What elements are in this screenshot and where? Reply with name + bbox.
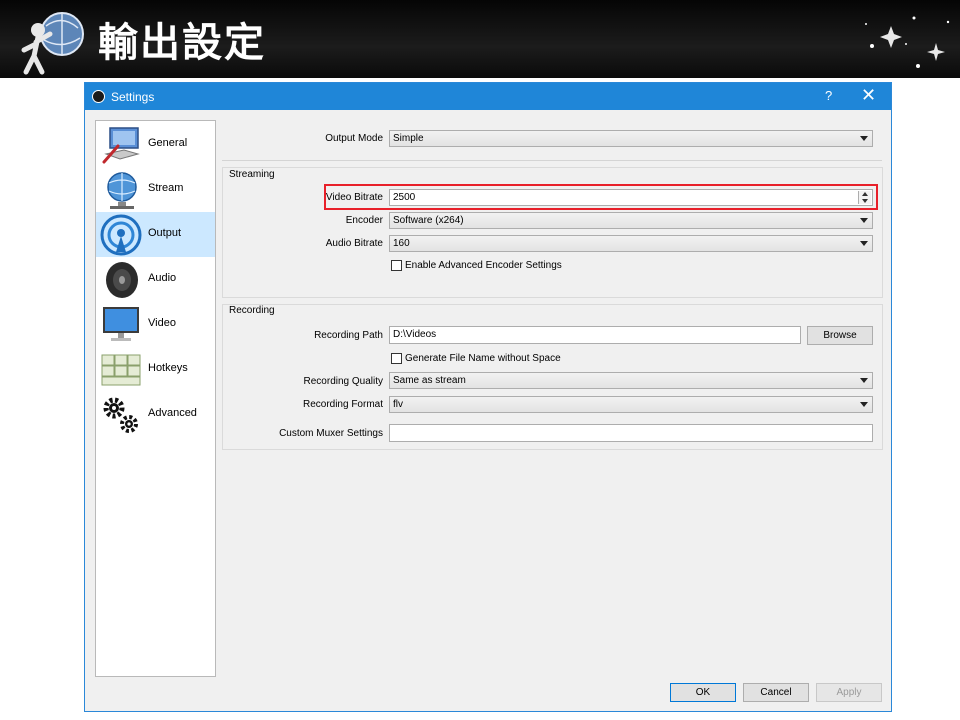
chevron-down-icon [860, 218, 868, 223]
sidebar-item-output[interactable]: Output [96, 212, 215, 257]
advanced-encoder-label: Enable Advanced Encoder Settings [405, 260, 562, 271]
help-button[interactable]: ? [825, 88, 832, 103]
encoder-select[interactable]: Software (x264) [389, 212, 873, 229]
recording-quality-label: Recording Quality [303, 376, 383, 387]
spin-buttons[interactable] [858, 191, 871, 204]
sidebar-label-video: Video [148, 317, 176, 329]
chevron-down-icon [860, 402, 868, 407]
browse-button[interactable]: Browse [807, 326, 873, 345]
sidebar-item-audio[interactable]: Audio [96, 257, 215, 302]
sidebar-label-audio: Audio [148, 272, 177, 284]
sidebar-label-output: Output [148, 227, 182, 239]
advanced-encoder-checkbox[interactable] [391, 260, 402, 271]
recording-format-select[interactable]: flv [389, 396, 873, 413]
globe-icon [107, 172, 137, 209]
recording-group-title: Recording [229, 305, 275, 316]
monitor-icon [103, 307, 139, 341]
chevron-down-icon [860, 136, 868, 141]
ok-button[interactable]: OK [670, 683, 736, 702]
globe-figure-icon [21, 12, 84, 75]
sidebar-item-video[interactable]: Video [96, 302, 215, 347]
output-mode-select[interactable]: Simple [389, 130, 873, 147]
recording-path-value: D:\Videos [393, 329, 437, 340]
no-space-checkbox[interactable] [391, 353, 402, 364]
audio-bitrate-value: 160 [393, 238, 410, 249]
recording-format-label: Recording Format [302, 399, 383, 410]
sidebar-item-hotkeys[interactable]: Hotkeys [96, 347, 215, 392]
audio-bitrate-select[interactable]: 160 [389, 235, 873, 252]
output-mode-value: Simple [393, 133, 424, 144]
custom-muxer-input[interactable] [389, 424, 873, 442]
gears-icon [103, 397, 138, 433]
computer-icon [102, 127, 140, 164]
audio-bitrate-label: Audio Bitrate [325, 238, 383, 249]
no-space-label: Generate File Name without Space [405, 353, 561, 364]
speaker-icon [106, 262, 138, 298]
sidebar-item-stream[interactable]: Stream [96, 167, 215, 212]
slide-title: 輸出設定 [98, 20, 266, 66]
spin-up-icon[interactable] [862, 192, 868, 196]
sparkle-icon [865, 16, 950, 68]
sidebar-label-hotkeys: Hotkeys [148, 362, 188, 374]
chevron-down-icon [860, 378, 868, 383]
recording-path-label: Recording Path [314, 330, 383, 341]
obs-icon [92, 90, 105, 103]
video-bitrate-input[interactable]: 2500 [389, 189, 873, 206]
encoder-value: Software (x264) [393, 215, 464, 226]
sidebar-label-advanced: Advanced [148, 407, 197, 419]
encoder-label: Encoder [345, 215, 383, 226]
settings-window: Settings ? ✕ General Stream Output Audio… [84, 82, 892, 712]
divider [222, 160, 882, 161]
video-bitrate-value: 2500 [393, 192, 416, 203]
recording-path-input[interactable]: D:\Videos [389, 326, 801, 344]
streaming-group-title: Streaming [229, 169, 275, 180]
recording-quality-select[interactable]: Same as stream [389, 372, 873, 389]
cancel-button[interactable]: Cancel [743, 683, 809, 702]
sidebar-item-general[interactable]: General [96, 122, 215, 167]
broadcast-icon [100, 214, 142, 256]
settings-sidebar: General Stream Output Audio Video Hotkey… [95, 120, 216, 677]
recording-quality-value: Same as stream [393, 375, 466, 386]
keyboard-icon [101, 354, 141, 386]
output-mode-label: Output Mode [325, 133, 383, 144]
recording-format-value: flv [393, 399, 403, 410]
window-title: Settings [111, 90, 155, 104]
sidebar-item-advanced[interactable]: Advanced [96, 392, 215, 437]
spin-down-icon[interactable] [862, 199, 868, 203]
apply-button[interactable]: Apply [816, 683, 882, 702]
sidebar-label-stream: Stream [148, 182, 184, 194]
custom-muxer-label: Custom Muxer Settings [279, 428, 383, 439]
chevron-down-icon [860, 241, 868, 246]
slide-header: 輸出設定 [0, 0, 960, 78]
close-button[interactable]: ✕ [861, 85, 876, 105]
video-bitrate-label: Video Bitrate [325, 192, 383, 203]
window-titlebar: Settings ? ✕ [85, 83, 891, 110]
sidebar-label-general: General [148, 137, 188, 149]
